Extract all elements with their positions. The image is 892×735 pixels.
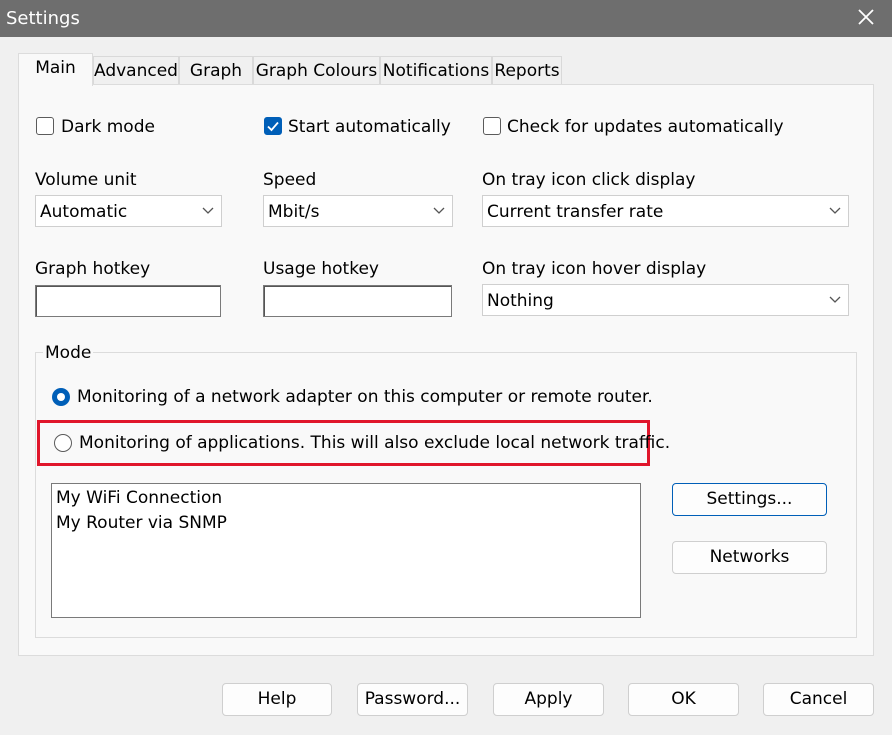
chevron-down-icon	[829, 296, 841, 303]
tab-label: Notifications	[382, 61, 490, 81]
speed-value: Mbit/s	[268, 202, 320, 222]
tray-click-label: On tray icon click display	[482, 170, 696, 190]
ok-button[interactable]: OK	[628, 683, 739, 716]
tab-notifications[interactable]: Notifications	[380, 56, 492, 84]
speed-label: Speed	[263, 170, 317, 190]
graph-hotkey-input[interactable]	[35, 285, 221, 317]
window-title: Settings	[6, 8, 80, 29]
speed-select[interactable]: Mbit/s	[263, 195, 453, 227]
close-icon[interactable]	[856, 6, 876, 28]
tab-graph[interactable]: Graph	[179, 56, 253, 84]
tray-click-value: Current transfer rate	[487, 202, 664, 222]
start-automatically-checkbox[interactable]	[264, 117, 282, 135]
tray-click-select[interactable]: Current transfer rate	[482, 195, 849, 227]
tray-hover-label: On tray icon hover display	[482, 259, 707, 279]
list-item[interactable]: My Router via SNMP	[56, 513, 227, 533]
tab-label: Graph	[189, 61, 243, 81]
tab-graph-colours[interactable]: Graph Colours	[253, 56, 380, 84]
tab-advanced[interactable]: Advanced	[93, 56, 179, 84]
dark-mode-checkbox[interactable]	[36, 117, 54, 135]
checkmark-icon	[267, 121, 279, 132]
mode-adapter-label: Monitoring of a network adapter on this …	[77, 387, 653, 407]
chevron-down-icon	[433, 207, 445, 214]
check-updates-label: Check for updates automatically	[507, 117, 784, 137]
usage-hotkey-input[interactable]	[263, 285, 452, 317]
tab-label: Graph Colours	[255, 61, 378, 81]
volume-unit-label: Volume unit	[35, 170, 137, 190]
mode-applications-radio[interactable]	[54, 434, 72, 452]
dark-mode-label: Dark mode	[61, 117, 155, 137]
tab-label: Advanced	[94, 61, 178, 81]
list-item[interactable]: My WiFi Connection	[56, 488, 222, 508]
tray-hover-value: Nothing	[487, 291, 554, 311]
volume-unit-value: Automatic	[40, 202, 128, 222]
tab-main[interactable]: Main	[18, 53, 93, 86]
check-updates-checkbox[interactable]	[483, 117, 501, 135]
connection-settings-button[interactable]: Settings...	[672, 483, 827, 516]
tab-label: Main	[35, 58, 76, 78]
help-button[interactable]: Help	[222, 683, 332, 716]
usage-hotkey-label: Usage hotkey	[263, 259, 379, 279]
apply-button[interactable]: Apply	[493, 683, 604, 716]
chevron-down-icon	[202, 207, 214, 214]
graph-hotkey-label: Graph hotkey	[35, 259, 151, 279]
start-automatically-label: Start automatically	[288, 117, 451, 137]
networks-button[interactable]: Networks	[672, 541, 827, 574]
title-bar: Settings	[0, 0, 892, 37]
tray-hover-select[interactable]: Nothing	[482, 284, 849, 316]
password-button[interactable]: Password...	[357, 683, 468, 716]
chevron-down-icon	[829, 207, 841, 214]
mode-group-label: Mode	[43, 343, 94, 363]
connections-list[interactable]: My WiFi Connection My Router via SNMP	[51, 483, 641, 618]
volume-unit-select[interactable]: Automatic	[35, 195, 222, 227]
cancel-button[interactable]: Cancel	[763, 683, 874, 716]
mode-adapter-radio[interactable]	[52, 388, 70, 406]
tab-reports[interactable]: Reports	[492, 56, 562, 84]
tab-label: Reports	[494, 61, 560, 81]
mode-applications-label: Monitoring of applications. This will al…	[79, 433, 671, 453]
